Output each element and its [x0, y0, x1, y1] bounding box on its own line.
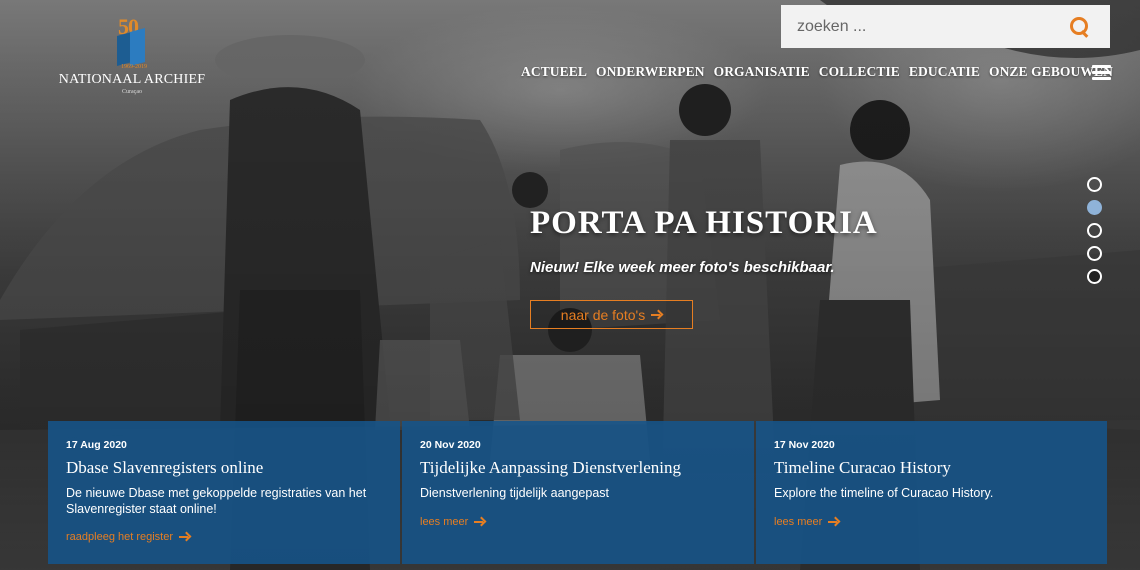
arrow-right-icon	[179, 533, 190, 541]
logo-years: 1969-2019	[121, 64, 147, 70]
main-nav: ACTUEEL ONDERWERPEN ORGANISATIE COLLECTI…	[521, 64, 1113, 80]
hero-subtitle: Nieuw! Elke week meer foto's beschikbaar…	[530, 259, 835, 276]
news-card-text: Dienstverlening tijdelijk aangepast	[420, 486, 610, 500]
news-card-link[interactable]: lees meer	[420, 516, 485, 528]
news-card[interactable]: 17 Aug 2020 Dbase Slavenregisters online…	[48, 421, 400, 564]
news-card-text: Explore the timeline of Curacao History.	[774, 486, 994, 500]
logo-mark-icon: 50 1969-2019	[112, 14, 152, 70]
nav-item-educatie[interactable]: EDUCATIE	[909, 64, 980, 80]
news-card-title[interactable]: Tijdelijke Aanpassing Dienstverlening	[420, 458, 736, 478]
hero-photos-button[interactable]: naar de foto's	[530, 300, 693, 329]
logo-name: NATIONAAL ARCHIEF	[58, 72, 206, 87]
slider-dots	[1087, 177, 1102, 292]
news-card-link[interactable]: raadpleeg het register	[66, 531, 190, 543]
news-card-link-label: lees meer	[774, 516, 823, 528]
hamburger-menu-icon[interactable]	[1092, 65, 1111, 80]
slider-dot[interactable]	[1087, 269, 1102, 284]
nav-item-onderwerpen[interactable]: ONDERWERPEN	[596, 64, 705, 80]
search-icon[interactable]	[1068, 15, 1092, 39]
nav-item-actueel[interactable]: ACTUEEL	[521, 64, 587, 80]
news-card[interactable]: 20 Nov 2020 Tijdelijke Aanpassing Dienst…	[402, 421, 754, 564]
news-card-date: 17 Nov 2020	[774, 439, 835, 451]
arrow-right-icon	[651, 311, 662, 319]
hero-title: PORTA PA HISTORIA	[530, 205, 878, 241]
slider-dot[interactable]	[1087, 177, 1102, 192]
news-card-text: De nieuwe Dbase met gekoppelde registrat…	[66, 486, 367, 517]
news-card-date: 17 Aug 2020	[66, 439, 127, 451]
site-logo[interactable]: 50 1969-2019 NATIONAAL ARCHIEF Curaçao	[52, 14, 212, 95]
logo-location: Curaçao	[122, 89, 142, 95]
slider-dot[interactable]	[1087, 246, 1102, 261]
search-input[interactable]	[781, 5, 1068, 48]
slider-dot[interactable]	[1087, 223, 1102, 238]
news-card-title[interactable]: Timeline Curacao History	[774, 458, 1089, 478]
search-bar	[781, 5, 1110, 48]
news-card-link-label: lees meer	[420, 516, 469, 528]
news-cards: 17 Aug 2020 Dbase Slavenregisters online…	[48, 421, 1107, 564]
arrow-right-icon	[474, 518, 485, 526]
news-card[interactable]: 17 Nov 2020 Timeline Curacao History Exp…	[756, 421, 1107, 564]
news-card-link-label: raadpleeg het register	[66, 531, 174, 543]
hero-button-label: naar de foto's	[560, 306, 646, 323]
nav-item-organisatie[interactable]: ORGANISATIE	[714, 64, 810, 80]
logo-block-light	[130, 27, 145, 67]
arrow-right-icon	[828, 518, 839, 526]
slider-dot-active[interactable]	[1087, 200, 1102, 215]
news-card-link[interactable]: lees meer	[774, 516, 839, 528]
nav-item-collectie[interactable]: COLLECTIE	[819, 64, 900, 80]
news-card-date: 20 Nov 2020	[420, 439, 481, 451]
news-card-title[interactable]: Dbase Slavenregisters online	[66, 458, 382, 478]
